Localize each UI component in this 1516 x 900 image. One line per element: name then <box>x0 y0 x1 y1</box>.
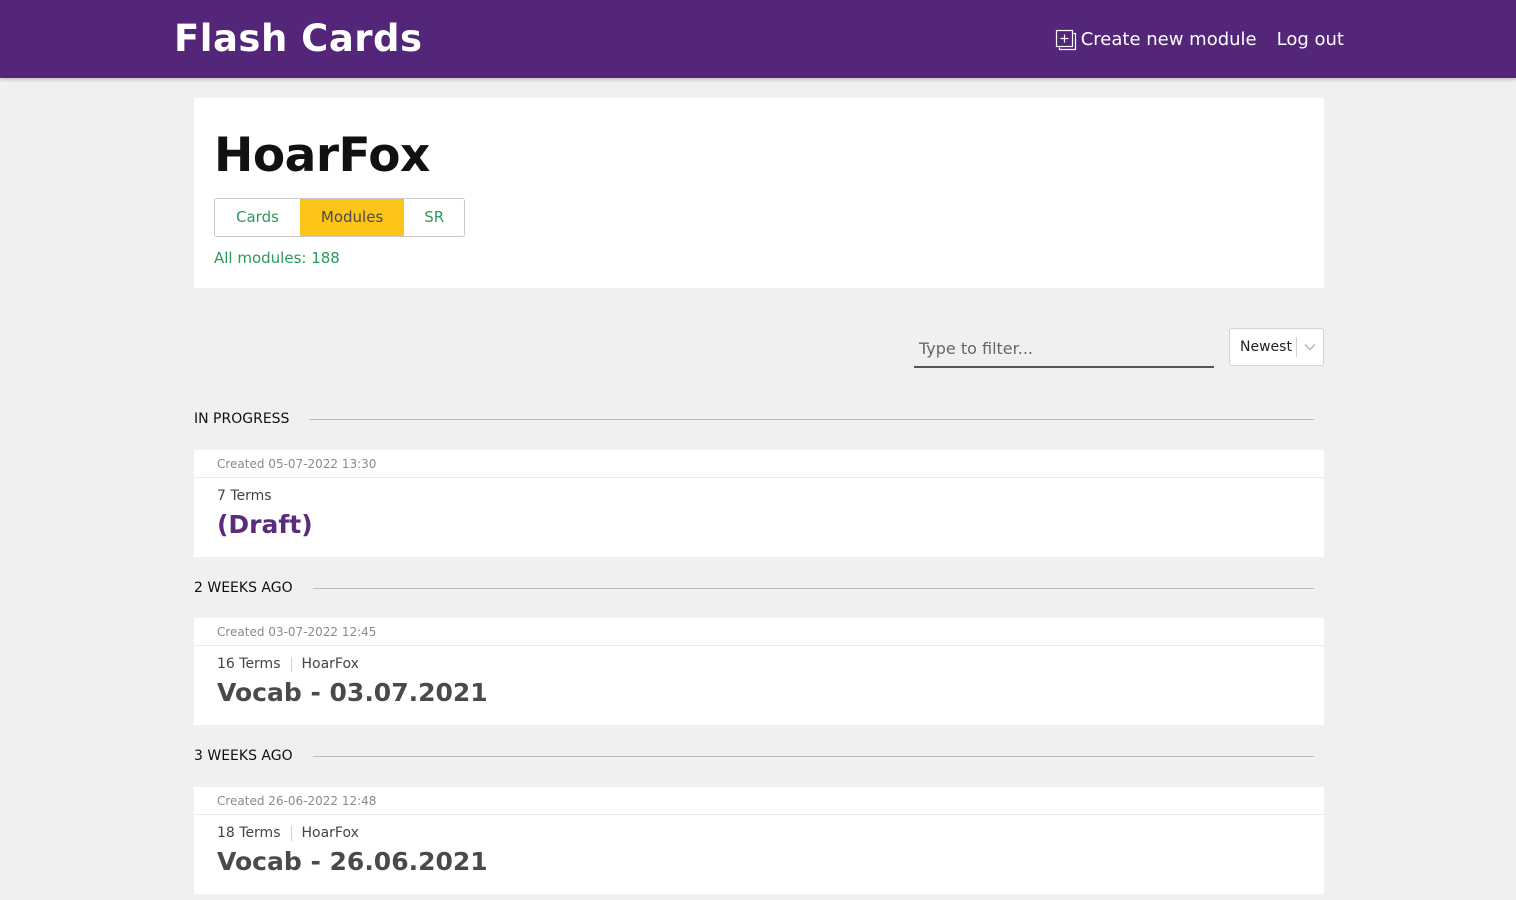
section-header: 2 WEEKS AGO <box>194 578 1314 598</box>
add-box-icon <box>1055 29 1077 51</box>
create-new-module-label: Create new module <box>1080 29 1257 50</box>
module-terms-count: 16 Terms <box>217 656 281 672</box>
sort-select[interactable]: Newest <box>1229 328 1324 366</box>
tab-cards[interactable]: Cards <box>215 199 300 236</box>
section-divider <box>312 587 1314 589</box>
module-created-date: Created 05-07-2022 13:30 <box>194 450 1324 478</box>
module-title: Vocab - 03.07.2021 <box>217 678 488 707</box>
section-header: IN PROGRESS <box>194 409 1314 429</box>
module-meta: 7 Terms <box>217 487 272 505</box>
create-new-module-link[interactable]: Create new module <box>1055 26 1257 54</box>
log-out-link[interactable]: Log out <box>1277 26 1344 54</box>
filter-input[interactable] <box>914 330 1214 366</box>
module-terms-count: 7 Terms <box>217 488 272 504</box>
module-author[interactable]: HoarFox <box>302 655 359 673</box>
module-title: Vocab - 26.06.2021 <box>217 847 488 876</box>
section-label: 3 WEEKS AGO <box>194 748 293 764</box>
app-logo[interactable]: Flash Cards <box>174 16 423 62</box>
module-card[interactable]: Created 05-07-2022 13:30 7 Terms (Draft) <box>194 450 1324 557</box>
top-nav: Create new module Log out <box>1055 26 1344 54</box>
module-meta: 16 Terms HoarFox <box>217 655 359 673</box>
module-terms-count: 18 Terms <box>217 825 281 841</box>
profile-card: HoarFox Cards Modules SR All modules: 18… <box>194 98 1324 288</box>
top-bar: Flash Cards Create new module Log out <box>0 0 1516 78</box>
module-card[interactable]: Created 26-06-2022 12:48 18 Terms HoarFo… <box>194 787 1324 894</box>
module-meta: 18 Terms HoarFox <box>217 824 359 842</box>
all-modules-count: All modules: 188 <box>214 249 340 267</box>
section-divider <box>309 418 1314 420</box>
module-author[interactable]: HoarFox <box>302 824 359 842</box>
chevron-down-icon <box>1297 337 1323 357</box>
meta-divider <box>290 656 292 672</box>
tab-modules[interactable]: Modules <box>299 199 405 236</box>
section-label: 2 WEEKS AGO <box>194 580 293 596</box>
module-card[interactable]: Created 03-07-2022 12:45 16 Terms HoarFo… <box>194 618 1324 725</box>
module-title: (Draft) <box>217 510 313 539</box>
profile-tabs: Cards Modules SR <box>214 198 466 237</box>
sort-selected-value: Newest <box>1240 339 1292 355</box>
filter-field <box>914 330 1214 368</box>
section-label: IN PROGRESS <box>194 411 290 427</box>
profile-name: HoarFox <box>214 128 430 183</box>
section-divider <box>312 755 1314 757</box>
meta-divider <box>290 825 292 841</box>
module-created-date: Created 26-06-2022 12:48 <box>194 787 1324 815</box>
module-created-date: Created 03-07-2022 12:45 <box>194 618 1324 646</box>
tab-sr[interactable]: SR <box>404 199 465 236</box>
section-header: 3 WEEKS AGO <box>194 746 1314 766</box>
